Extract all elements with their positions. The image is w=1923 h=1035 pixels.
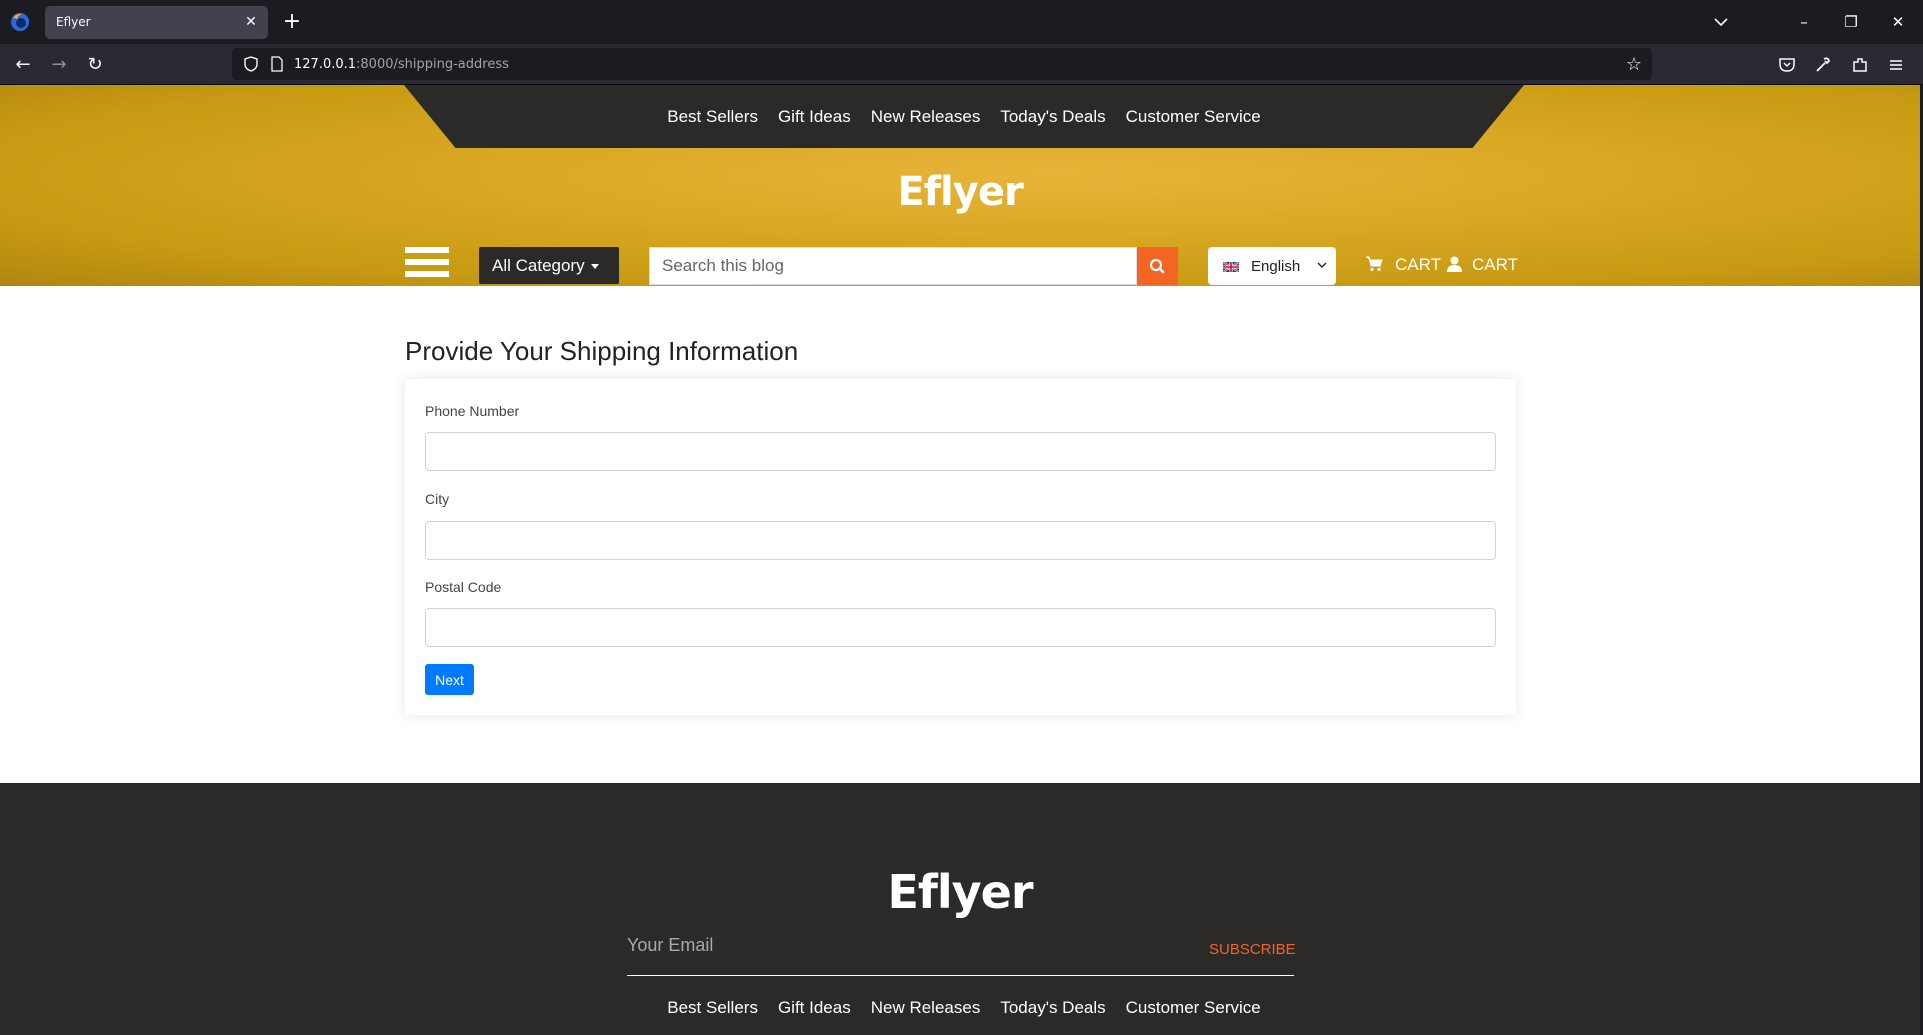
account-link[interactable]: CART <box>1472 255 1518 275</box>
minimize-icon[interactable]: – <box>1792 10 1816 34</box>
city-label: City <box>425 491 450 507</box>
shipping-form: Phone Number City Postal Code Next <box>405 379 1516 715</box>
bookmark-star-icon[interactable]: ☆ <box>1626 54 1642 75</box>
uk-flag-icon <box>1223 262 1239 272</box>
all-category-dropdown[interactable]: All Category <box>479 247 619 284</box>
next-button[interactable]: Next <box>425 664 474 695</box>
back-icon[interactable]: ← <box>10 52 36 78</box>
nav-todays-deals[interactable]: Today's Deals <box>1000 107 1105 127</box>
footer-nav-customer-service[interactable]: Customer Service <box>1126 998 1261 1018</box>
nav-new-releases[interactable]: New Releases <box>871 107 981 127</box>
shield-icon[interactable] <box>243 56 259 72</box>
browser-tab-bar: Eflyer ✕ + – ❐ ✕ <box>0 0 1923 44</box>
phone-number-label: Phone Number <box>425 403 520 419</box>
search-icon <box>1149 258 1165 274</box>
footer-nav-new-releases[interactable]: New Releases <box>871 998 981 1018</box>
hamburger-menu-icon[interactable] <box>405 247 449 284</box>
extensions-icon[interactable] <box>1849 54 1871 76</box>
wrench-icon[interactable] <box>1812 54 1834 76</box>
browser-tab[interactable]: Eflyer ✕ <box>45 6 268 39</box>
search-button[interactable] <box>1137 247 1178 285</box>
postal-code-label: Postal Code <box>425 579 502 595</box>
footer-nav-best-sellers[interactable]: Best Sellers <box>667 998 758 1018</box>
language-label: English <box>1251 258 1301 275</box>
forward-icon[interactable]: → <box>46 52 72 78</box>
cart-link[interactable]: CART <box>1395 255 1441 275</box>
nav-customer-service[interactable]: Customer Service <box>1126 107 1261 127</box>
window-close-icon[interactable]: ✕ <box>1886 10 1910 34</box>
page-title: Provide Your Shipping Information <box>405 336 799 366</box>
tab-list-chevron-icon[interactable] <box>1710 12 1732 32</box>
user-icon[interactable] <box>1446 256 1463 272</box>
tab-title: Eflyer <box>56 15 91 29</box>
url-host: 127.0.0.1 <box>294 57 357 72</box>
site-header: Best Sellers Gift Ideas New Releases Tod… <box>0 85 1920 286</box>
cart-icon[interactable] <box>1366 256 1383 272</box>
page-icon <box>271 56 283 72</box>
email-input[interactable] <box>627 930 1167 960</box>
reload-icon[interactable]: ↻ <box>82 52 108 78</box>
pocket-icon[interactable] <box>1776 54 1798 76</box>
menu-icon[interactable] <box>1885 54 1907 76</box>
address-bar[interactable]: 127.0.0.1:8000/shipping-address ☆ <box>232 48 1652 80</box>
footer-nav-gift-ideas[interactable]: Gift Ideas <box>778 998 851 1018</box>
postal-code-input[interactable] <box>425 608 1496 647</box>
restore-icon[interactable]: ❐ <box>1839 10 1863 34</box>
footer-nav-todays-deals[interactable]: Today's Deals <box>1000 998 1105 1018</box>
language-selector[interactable]: English <box>1208 247 1336 285</box>
site-footer: Eflyer SUBSCRIBE Best Sellers Gift Ideas… <box>0 783 1920 1035</box>
top-nav: Best Sellers Gift Ideas New Releases Tod… <box>404 85 1524 148</box>
caret-down-icon <box>590 264 599 270</box>
nav-gift-ideas[interactable]: Gift Ideas <box>778 107 851 127</box>
browser-nav-bar: ← → ↻ 127.0.0.1:8000/shipping-address ☆ <box>0 44 1923 85</box>
email-underline <box>627 975 1294 976</box>
search-input[interactable] <box>649 247 1137 285</box>
new-tab-icon[interactable]: + <box>280 10 304 34</box>
tab-close-icon[interactable]: ✕ <box>242 13 260 31</box>
footer-logo[interactable]: Eflyer <box>0 865 1920 919</box>
site-logo[interactable]: Eflyer <box>0 169 1920 215</box>
nav-best-sellers[interactable]: Best Sellers <box>667 107 758 127</box>
all-category-label: All Category <box>492 256 585 275</box>
url-text[interactable]: 127.0.0.1:8000/shipping-address <box>294 57 509 72</box>
phone-number-input[interactable] <box>425 432 1496 471</box>
footer-nav: Best Sellers Gift Ideas New Releases Tod… <box>404 998 1524 1018</box>
subscribe-button[interactable]: SUBSCRIBE <box>1209 941 1296 958</box>
url-path: :8000/shipping-address <box>356 57 509 72</box>
firefox-logo-icon[interactable] <box>10 12 30 32</box>
chevron-down-icon <box>1317 262 1327 268</box>
city-input[interactable] <box>425 521 1496 560</box>
